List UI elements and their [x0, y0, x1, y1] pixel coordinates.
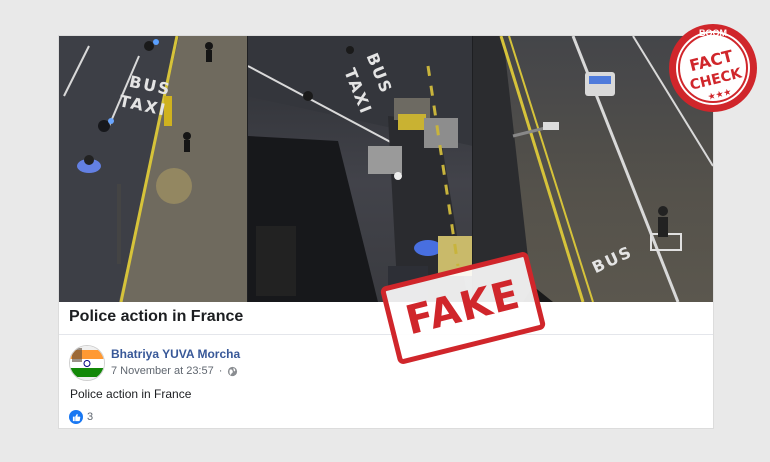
page-name-link[interactable]: Bhatriya YUVA Morcha [111, 347, 240, 361]
post-title: Police action in France [69, 308, 244, 325]
reactions-summary[interactable]: 3 [69, 410, 93, 424]
reaction-count: 3 [87, 411, 94, 423]
video-frame-1: BUS TAXI [59, 36, 248, 302]
facebook-post-card: BUS TAXI BUS TAXI BUS Police action in F… [58, 35, 714, 429]
fact-check-seal: BOOM FACT CHECK ★★★ [669, 24, 757, 112]
post-meta: 7 November at 23:57 · [111, 365, 238, 377]
fake-stamp-label: FAKE [401, 271, 525, 345]
post-body: Police action in France [70, 387, 192, 401]
like-icon [69, 410, 83, 424]
badge-top-text: BOOM [699, 28, 727, 38]
boom-fact-check-badge: BOOM FACT CHECK ★★★ [664, 10, 762, 120]
video-frames[interactable]: BUS TAXI BUS TAXI BUS [59, 36, 713, 302]
video-frame-2: BUS TAXI [248, 36, 473, 302]
divider [59, 334, 713, 335]
globe-icon[interactable] [227, 366, 238, 377]
post-timestamp[interactable]: 7 November at 23:57 [111, 365, 214, 377]
separator-dot: · [218, 365, 223, 377]
flag-avatar-image [70, 346, 104, 380]
page-avatar[interactable] [69, 345, 105, 381]
